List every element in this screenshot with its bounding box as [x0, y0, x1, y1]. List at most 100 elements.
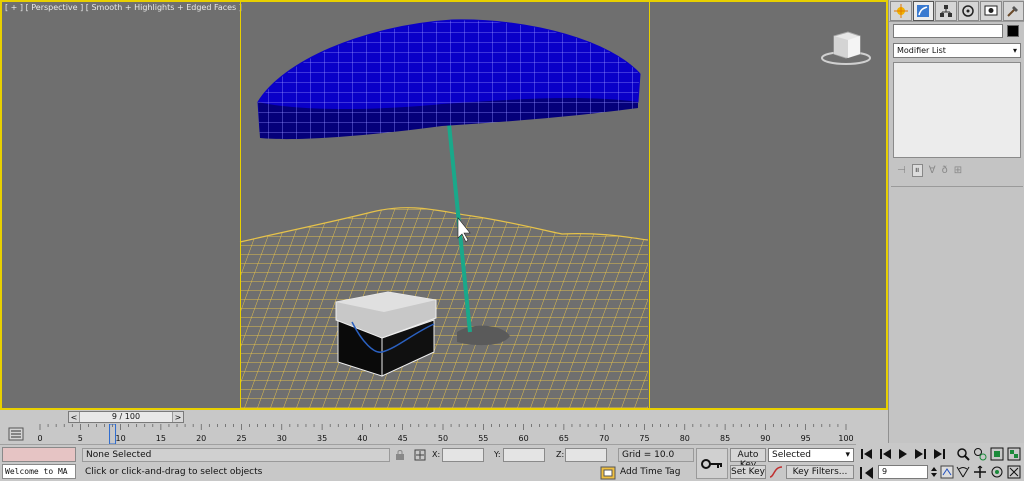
- ruler-label: 70: [599, 434, 609, 443]
- x-label: X:: [432, 450, 441, 459]
- time-slider[interactable]: < 9 / 100 >: [68, 411, 184, 423]
- modify-tab[interactable]: [912, 1, 934, 21]
- hierarchy-icon: [939, 5, 952, 17]
- key-icon: [701, 458, 722, 469]
- zoom-icon[interactable]: [956, 447, 970, 461]
- chevron-down-icon: ▾: [1012, 46, 1017, 55]
- ruler-label: 15: [156, 434, 166, 443]
- key-selection-dropdown[interactable]: Selected ▾: [768, 448, 854, 462]
- ruler-label: 75: [639, 434, 649, 443]
- selection-status: None Selected: [82, 448, 390, 462]
- stack-toolbar: ⊣ ⏸ ∀ ð ⊞: [897, 162, 1021, 178]
- maxscript-output[interactable]: Welcome to MA: [2, 464, 76, 479]
- zoom-all-icon[interactable]: [973, 447, 987, 461]
- status-bar: Welcome to MA None Selected Click or cli…: [0, 444, 856, 481]
- modify-icon: [917, 5, 930, 17]
- command-panel: Modifier List ▾ ⊣ ⏸ ∀ ð ⊞: [888, 0, 1024, 443]
- time-slider-bar: < 9 / 100 >: [0, 410, 888, 424]
- viewcube-icon[interactable]: [820, 26, 876, 66]
- ruler-label: 50: [438, 434, 448, 443]
- ruler-label: 0: [37, 434, 42, 443]
- prompt-line: Click or click-and-drag to select object…: [85, 467, 263, 477]
- orbit-icon[interactable]: [990, 465, 1004, 479]
- current-frame-field[interactable]: 9: [878, 465, 928, 479]
- go-to-start-icon[interactable]: [860, 447, 874, 461]
- motion-tab[interactable]: [957, 1, 979, 21]
- ruler-label: 85: [720, 434, 730, 443]
- next-frame-icon[interactable]: [914, 447, 928, 461]
- zoom-extents-icon[interactable]: [990, 447, 1004, 461]
- object-color-swatch[interactable]: [1007, 25, 1019, 37]
- field-of-view-icon[interactable]: [956, 465, 970, 479]
- perspective-viewport[interactable]: [ + ] [ Perspective ] [ Smooth + Highlig…: [0, 0, 888, 410]
- key-mode-toggle-icon[interactable]: [860, 467, 874, 479]
- y-coordinate-field[interactable]: [503, 448, 545, 462]
- add-time-tag-label: Add Time Tag: [620, 467, 681, 477]
- grid-size-display: Grid = 10.0: [618, 448, 694, 462]
- key-filters-button[interactable]: Key Filters...: [786, 465, 854, 479]
- auto-key-button[interactable]: Auto Key: [730, 448, 766, 470]
- hierarchy-tab[interactable]: [935, 1, 957, 21]
- frame-ruler[interactable]: 0 5 10 15 20 25 30 35 40 45 50 55 60 65 70 75 80 85 90 95 10…: [30, 424, 856, 444]
- lock-icon[interactable]: [394, 449, 406, 461]
- playback-controls: 9: [856, 443, 960, 481]
- make-unique-icon[interactable]: ∀: [929, 165, 936, 176]
- ruler-label: 90: [760, 434, 770, 443]
- pin-stack-icon[interactable]: ⊣: [897, 165, 906, 176]
- mini-curve-editor-icon[interactable]: [8, 427, 24, 441]
- display-tab[interactable]: [980, 1, 1002, 21]
- viewport-navigation-controls: [954, 443, 1024, 481]
- track-bar[interactable]: 0 5 10 15 20 25 30 35 40 45 50 55 60 65 70 75 80 85 90 95 10…: [0, 424, 856, 444]
- modifier-list-label: Modifier List: [897, 46, 946, 55]
- time-configuration-icon[interactable]: [940, 465, 954, 479]
- time-slider-next[interactable]: >: [173, 413, 183, 422]
- modifier-list-dropdown[interactable]: Modifier List ▾: [893, 43, 1021, 58]
- ruler-label: 45: [398, 434, 408, 443]
- default-in-out-tangents-icon[interactable]: [768, 465, 784, 479]
- rollout-area: [891, 186, 1023, 440]
- previous-frame-icon[interactable]: [878, 447, 892, 461]
- ruler-label: 95: [801, 434, 811, 443]
- frame-spinner-icon[interactable]: [930, 465, 938, 479]
- play-icon[interactable]: [896, 447, 910, 461]
- time-tag-icon: [600, 466, 616, 480]
- create-tab[interactable]: [890, 1, 912, 21]
- ruler-label: 5: [78, 434, 83, 443]
- utilities-icon: [1007, 6, 1019, 17]
- pan-view-icon[interactable]: [973, 465, 987, 479]
- configure-modifier-sets-icon[interactable]: ⊞: [954, 165, 962, 176]
- ruler-label: 40: [357, 434, 367, 443]
- create-icon: [893, 4, 908, 18]
- absolute-mode-icon[interactable]: [414, 449, 426, 461]
- z-coordinate-field[interactable]: [565, 448, 607, 462]
- set-key-button[interactable]: Set Key: [730, 465, 766, 479]
- add-time-tag-button[interactable]: Add Time Tag: [598, 465, 694, 480]
- display-icon: [984, 5, 998, 16]
- maximize-viewport-icon[interactable]: [1007, 465, 1021, 479]
- time-slider-prev[interactable]: <: [69, 413, 79, 422]
- safe-frame: [240, 2, 650, 408]
- y-label: Y:: [494, 450, 501, 459]
- x-coordinate-field[interactable]: [442, 448, 484, 462]
- command-panel-tabs: [889, 0, 1024, 22]
- ruler-label: 35: [317, 434, 327, 443]
- ruler-label: 55: [478, 434, 488, 443]
- ruler-label: 60: [519, 434, 529, 443]
- chevron-down-icon: ▾: [845, 450, 850, 460]
- remove-modifier-icon[interactable]: ð: [942, 165, 948, 176]
- zoom-extents-all-icon[interactable]: [1007, 447, 1021, 461]
- go-to-end-icon[interactable]: [932, 447, 946, 461]
- ruler-label: 65: [559, 434, 569, 443]
- object-name-field[interactable]: [893, 24, 1003, 38]
- ruler-label: 100: [838, 434, 853, 443]
- ruler-label: 20: [196, 434, 206, 443]
- modifier-stack[interactable]: [893, 62, 1021, 158]
- motion-icon: [962, 5, 974, 17]
- time-slider-thumb[interactable]: 9 / 100: [79, 412, 173, 422]
- utilities-tab[interactable]: [1002, 1, 1024, 21]
- show-end-result-icon[interactable]: ⏸: [911, 163, 923, 177]
- ruler-label: 80: [680, 434, 690, 443]
- object-name-row: [893, 24, 1021, 38]
- set-keys-button[interactable]: [696, 448, 728, 479]
- maxscript-listener-field[interactable]: [2, 447, 76, 462]
